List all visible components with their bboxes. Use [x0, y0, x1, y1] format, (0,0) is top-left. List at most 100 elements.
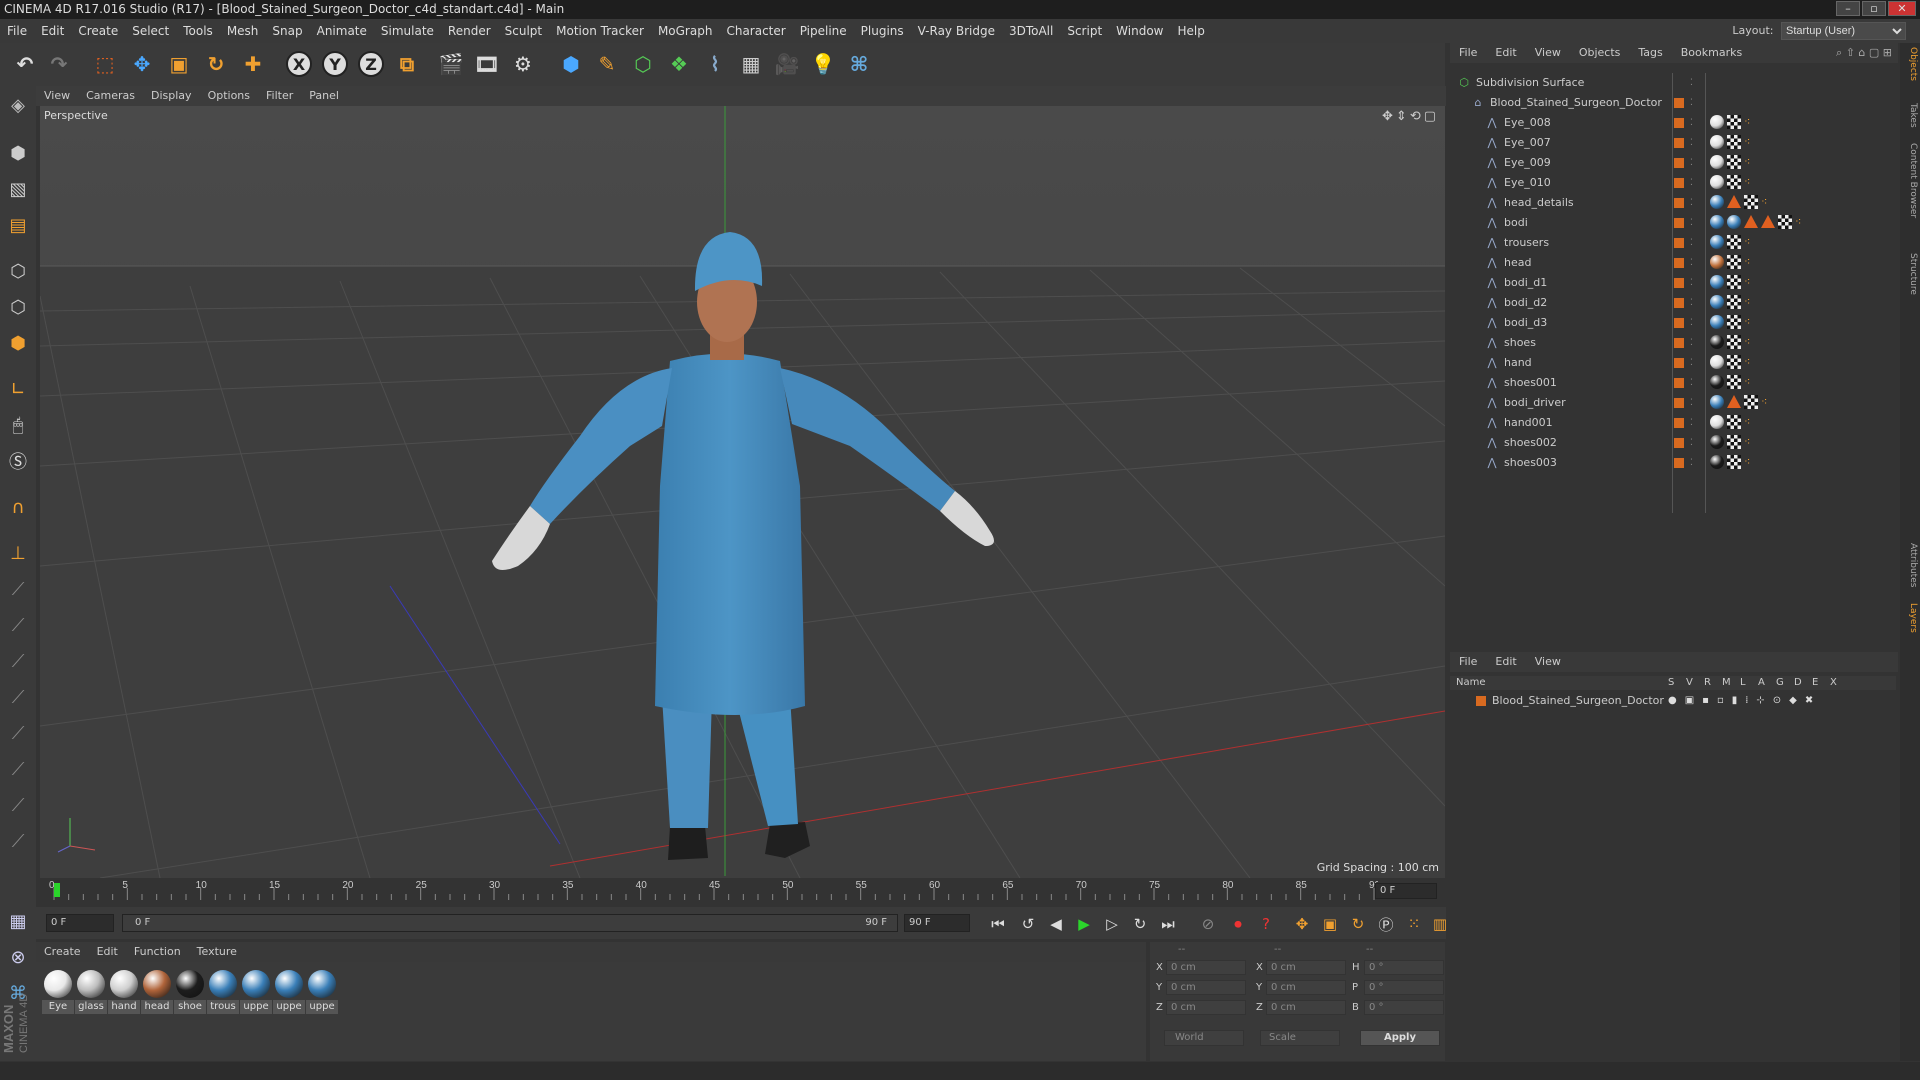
- viewport-menu-filter[interactable]: Filter: [258, 86, 301, 106]
- render-picture-viewer-icon[interactable]: 🎞: [472, 49, 502, 79]
- material-tag-icon[interactable]: [1710, 455, 1724, 469]
- menu-render[interactable]: Render: [441, 19, 498, 43]
- layer-menu-view[interactable]: View: [1526, 652, 1570, 672]
- object-row[interactable]: ⬡ Subdivision Surface ⁚: [1450, 73, 1896, 93]
- x-axis-button[interactable]: X: [284, 49, 314, 79]
- object-row[interactable]: ⋀ shoes002 ⁚ ⁖: [1450, 433, 1896, 453]
- go-to-end-icon[interactable]: ⏭: [1156, 912, 1180, 936]
- object-row[interactable]: ⌂ Blood_Stained_Surgeon_Doctor ⁚: [1450, 93, 1896, 113]
- side-tab-objects[interactable]: Objects: [1902, 47, 1918, 81]
- layer-column-v[interactable]: V: [1686, 676, 1704, 690]
- coord-size-field[interactable]: 0 cm: [1266, 960, 1346, 975]
- layer-column-d[interactable]: D: [1794, 676, 1812, 690]
- layer-column-r[interactable]: R: [1704, 676, 1722, 690]
- floor-icon[interactable]: ▦: [736, 49, 766, 79]
- layer-color-swatch[interactable]: [1674, 358, 1684, 368]
- object-menu-edit[interactable]: Edit: [1486, 43, 1525, 63]
- visibility-dots-icon[interactable]: ⁚: [1690, 353, 1693, 373]
- coord-pos-field[interactable]: 0 cm: [1166, 960, 1246, 975]
- visibility-dots-icon[interactable]: ⁚: [1690, 233, 1693, 253]
- layer-color-swatch[interactable]: [1674, 178, 1684, 188]
- layer-color-swatch[interactable]: [1674, 298, 1684, 308]
- scale-icon[interactable]: ▣: [164, 49, 194, 79]
- selection-tag-icon[interactable]: ⁖: [1744, 355, 1756, 369]
- material-tag-icon[interactable]: [1727, 215, 1741, 229]
- coord-size-field[interactable]: 0 cm: [1266, 980, 1346, 995]
- visibility-dots-icon[interactable]: ⁚: [1690, 293, 1693, 313]
- material-swatch[interactable]: uppe: [306, 968, 338, 1016]
- material-swatch[interactable]: glass: [75, 968, 107, 1016]
- record-keys-icon[interactable]: ⊘: [1196, 912, 1220, 936]
- transform-icon[interactable]: ✚: [238, 49, 268, 79]
- parameter-key-icon[interactable]: Ⓟ: [1374, 912, 1398, 936]
- menu-edit[interactable]: Edit: [34, 19, 71, 43]
- viewport-menu-options[interactable]: Options: [200, 86, 258, 106]
- visibility-dots-icon[interactable]: ⁚: [1690, 213, 1693, 233]
- phong-tag-icon[interactable]: [1727, 395, 1741, 408]
- layer-column-x[interactable]: X: [1830, 676, 1848, 690]
- object-row[interactable]: ⋀ Eye_009 ⁚ ⁖: [1450, 153, 1896, 173]
- layer-color-swatch[interactable]: [1476, 696, 1486, 706]
- mirror-tool-icon[interactable]: ⟋: [3, 826, 33, 856]
- texture-tag-icon[interactable]: [1727, 255, 1741, 269]
- material-swatch[interactable]: Eye: [42, 968, 74, 1016]
- object-menu-view[interactable]: View: [1526, 43, 1570, 63]
- selection-tag-icon[interactable]: ⁖: [1744, 415, 1756, 429]
- points-mode-icon[interactable]: ⬡: [3, 256, 33, 286]
- render-settings-icon[interactable]: ⚙: [508, 49, 538, 79]
- go-to-start-icon[interactable]: ⏮: [986, 912, 1010, 936]
- selection-tag-icon[interactable]: ⁖: [1795, 215, 1807, 229]
- layer-column-g[interactable]: G: [1776, 676, 1794, 690]
- viewport-menu-panel[interactable]: Panel: [301, 86, 347, 106]
- material-swatch[interactable]: shoe: [174, 968, 206, 1016]
- menu-sculpt[interactable]: Sculpt: [498, 19, 549, 43]
- menu-create[interactable]: Create: [71, 19, 125, 43]
- cloner-icon[interactable]: ❖: [664, 49, 694, 79]
- texture-tag-icon[interactable]: [1727, 235, 1741, 249]
- visibility-dots-icon[interactable]: ⁚: [1690, 273, 1693, 293]
- selection-tag-icon[interactable]: ⁖: [1761, 395, 1773, 409]
- menu-v-ray-bridge[interactable]: V-Ray Bridge: [911, 19, 1002, 43]
- layer-menu-file[interactable]: File: [1450, 652, 1486, 672]
- start-frame-field[interactable]: 0 F: [46, 914, 114, 932]
- subdivision-surface-icon[interactable]: ⬡: [628, 49, 658, 79]
- material-tag-icon[interactable]: [1710, 315, 1724, 329]
- visibility-dots-icon[interactable]: ⁚: [1690, 453, 1693, 473]
- material-tag-icon[interactable]: [1710, 255, 1724, 269]
- layer-color-swatch[interactable]: [1674, 398, 1684, 408]
- layer-color-swatch[interactable]: [1674, 338, 1684, 348]
- menu-pipeline[interactable]: Pipeline: [793, 19, 854, 43]
- snap-icon[interactable]: Ⓢ: [3, 446, 33, 476]
- coord-pos-field[interactable]: 0 cm: [1166, 980, 1246, 995]
- visibility-dots-icon[interactable]: ⁚: [1690, 173, 1693, 193]
- texture-mode-icon[interactable]: ▧: [3, 174, 33, 204]
- visibility-dots-icon[interactable]: ⁚: [1690, 413, 1693, 433]
- menu-plugins[interactable]: Plugins: [854, 19, 911, 43]
- material-tag-icon[interactable]: [1710, 135, 1724, 149]
- coordinate-system-dropdown[interactable]: World: [1164, 1030, 1244, 1046]
- layer-menu-edit[interactable]: Edit: [1486, 652, 1525, 672]
- workplane-mode-icon[interactable]: ▤: [3, 210, 33, 240]
- viewport-menu-display[interactable]: Display: [143, 86, 200, 106]
- viewport-menu-view[interactable]: View: [36, 86, 78, 106]
- menu-select[interactable]: Select: [125, 19, 176, 43]
- layer-color-swatch[interactable]: [1674, 198, 1684, 208]
- coord-rot-field[interactable]: 0 °: [1364, 980, 1444, 995]
- coord-rot-field[interactable]: 0 °: [1364, 1000, 1444, 1015]
- texture-tag-icon[interactable]: [1727, 355, 1741, 369]
- selection-tag-icon[interactable]: ⁖: [1744, 155, 1756, 169]
- selection-tag-icon[interactable]: ⁖: [1744, 175, 1756, 189]
- object-row[interactable]: ⋀ shoes001 ⁚ ⁖: [1450, 373, 1896, 393]
- object-row[interactable]: ⋀ Eye_007 ⁚ ⁖: [1450, 133, 1896, 153]
- visibility-dots-icon[interactable]: ⁚: [1690, 373, 1693, 393]
- material-swatch[interactable]: head: [141, 968, 173, 1016]
- smooth-tool-icon[interactable]: ⟋: [3, 646, 33, 676]
- object-search-icons[interactable]: ⌕ ⇧ ⌂ ▢ ⊞: [1836, 43, 1892, 63]
- selection-tag-icon[interactable]: ⁖: [1744, 295, 1756, 309]
- visibility-dots-icon[interactable]: ⁚: [1690, 433, 1693, 453]
- end-frame-field[interactable]: 90 F: [904, 914, 970, 932]
- material-tag-icon[interactable]: [1710, 195, 1724, 209]
- menu-snap[interactable]: Snap: [265, 19, 309, 43]
- selection-tag-icon[interactable]: ⁖: [1744, 335, 1756, 349]
- selection-tag-icon[interactable]: ⁖: [1744, 255, 1756, 269]
